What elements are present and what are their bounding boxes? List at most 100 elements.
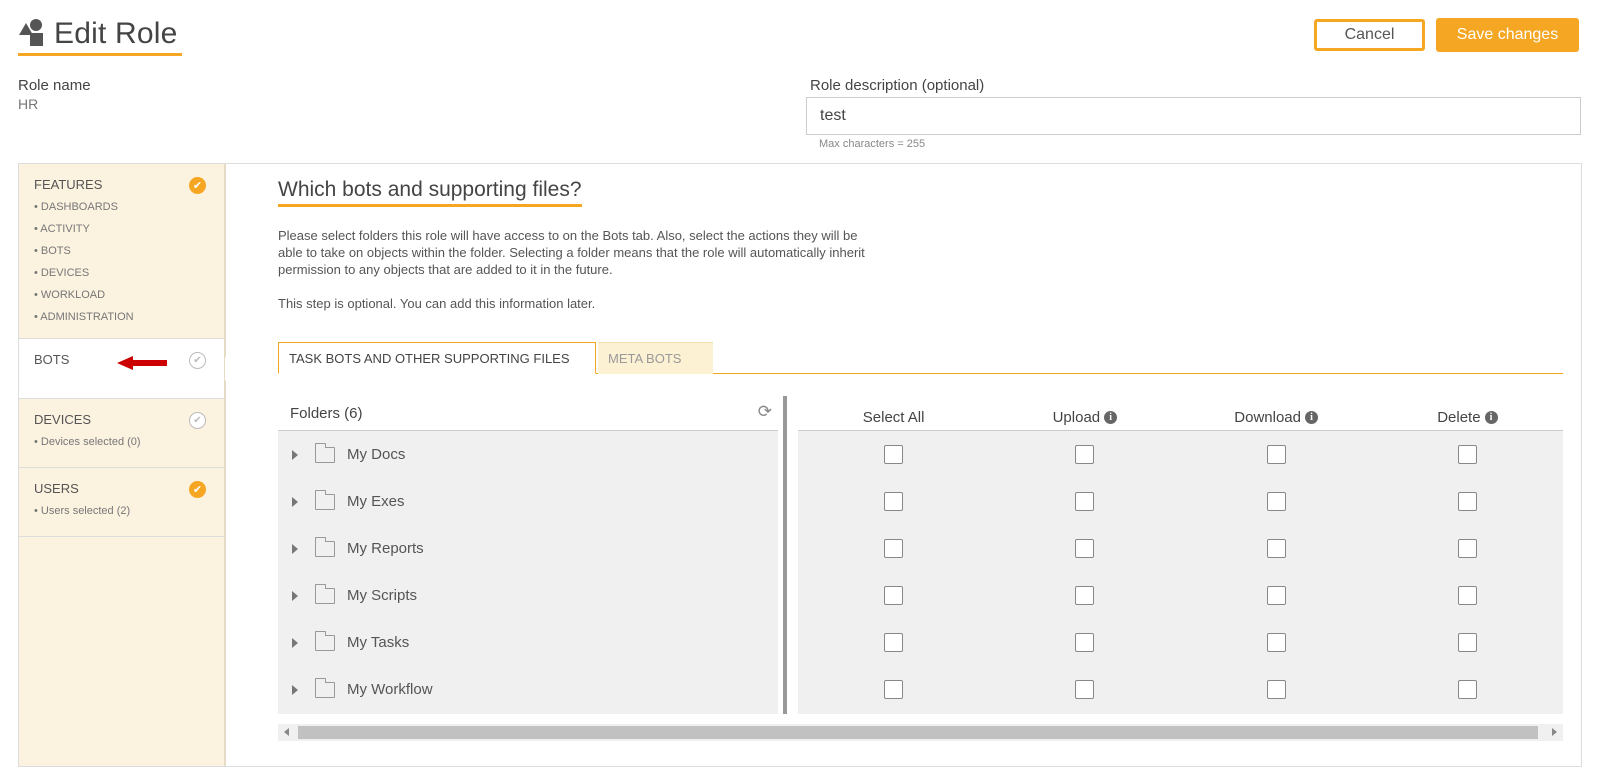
- folder-row[interactable]: My Reports: [278, 525, 778, 572]
- folders-header: Folders (6) ⟳: [278, 396, 778, 431]
- step-heading: Which bots and supporting files?: [278, 178, 582, 207]
- download-checkbox[interactable]: [1266, 539, 1286, 558]
- select-all-checkbox[interactable]: [884, 680, 904, 699]
- cancel-button[interactable]: Cancel: [1314, 19, 1425, 51]
- sidebar-subitem: • ACTIVITY: [34, 223, 90, 235]
- expand-caret-icon[interactable]: [292, 449, 298, 460]
- folder-name: My Scripts: [347, 587, 418, 604]
- upload-checkbox[interactable]: [1075, 586, 1095, 605]
- sidebar-subitem: • DASHBOARDS: [34, 201, 118, 213]
- pane-splitter[interactable]: [783, 396, 787, 714]
- active-indicator: [225, 357, 239, 381]
- permission-row: [798, 666, 1563, 713]
- folder-row[interactable]: My Exes: [278, 478, 778, 525]
- folder-name: My Reports: [347, 540, 424, 557]
- folder-icon: [315, 536, 335, 557]
- upload-checkbox[interactable]: [1075, 633, 1095, 652]
- download-checkbox[interactable]: [1266, 492, 1286, 511]
- tab-task-bots[interactable]: TASK BOTS AND OTHER SUPPORTING FILES: [278, 342, 596, 374]
- select-all-checkbox[interactable]: [884, 586, 904, 605]
- refresh-icon[interactable]: ⟳: [758, 402, 772, 422]
- expand-caret-icon[interactable]: [292, 637, 298, 648]
- folders-tree: Folders (6) ⟳ My Docs My Exes My Reports…: [278, 396, 778, 714]
- folder-icon: [315, 677, 335, 698]
- delete-checkbox[interactable]: [1457, 492, 1477, 511]
- folder-icon: [315, 442, 335, 463]
- select-all-checkbox[interactable]: [884, 633, 904, 652]
- bot-type-tabs: TASK BOTS AND OTHER SUPPORTING FILES MET…: [278, 342, 1563, 374]
- bots-step-content: Which bots and supporting files? Please …: [253, 164, 1563, 766]
- info-icon[interactable]: i: [1484, 410, 1498, 424]
- folder-name: My Exes: [347, 493, 405, 510]
- check-pending-icon: ✔: [189, 352, 206, 369]
- sidebar-section-bots[interactable]: BOTS ✔: [19, 339, 239, 399]
- optional-note: This step is optional. You can add this …: [278, 296, 596, 311]
- expand-caret-icon[interactable]: [292, 590, 298, 601]
- select-all-checkbox[interactable]: [884, 492, 904, 511]
- permission-row: [798, 525, 1563, 572]
- annotation-arrow-icon: [117, 356, 169, 370]
- role-name-label: Role name: [18, 77, 91, 94]
- column-label: Download: [1234, 408, 1301, 426]
- expand-caret-icon[interactable]: [292, 496, 298, 507]
- expand-caret-icon[interactable]: [292, 543, 298, 554]
- info-icon[interactable]: i: [1104, 410, 1118, 424]
- select-all-checkbox[interactable]: [884, 539, 904, 558]
- folder-name: My Workflow: [347, 681, 433, 698]
- folder-name: My Tasks: [347, 634, 410, 651]
- sidebar-section-users[interactable]: USERS ✔ • Users selected (2): [19, 468, 224, 537]
- sidebar-section-title: DEVICES: [34, 412, 92, 427]
- scroll-right-icon[interactable]: [1552, 728, 1557, 736]
- column-label: Delete: [1437, 408, 1481, 426]
- sidebar-section-devices[interactable]: DEVICES ✔ • Devices selected (0): [19, 399, 224, 468]
- upload-checkbox[interactable]: [1075, 492, 1095, 511]
- check-pending-icon: ✔: [189, 412, 206, 429]
- delete-checkbox[interactable]: [1457, 680, 1477, 699]
- delete-checkbox[interactable]: [1457, 539, 1477, 558]
- permissions-header: Select All Upload i Download i Delete i: [798, 396, 1563, 431]
- scroll-left-icon[interactable]: [284, 728, 289, 736]
- upload-checkbox[interactable]: [1075, 539, 1095, 558]
- step-description: Please select folders this role will hav…: [278, 228, 865, 277]
- folder-icon: [315, 489, 335, 510]
- download-checkbox[interactable]: [1266, 680, 1286, 699]
- edit-role-panel: FEATURES ✔ • DASHBOARDS • ACTIVITY • BOT…: [18, 163, 1582, 767]
- folder-row[interactable]: My Docs: [278, 431, 778, 478]
- select-all-checkbox[interactable]: [884, 445, 904, 464]
- folder-icon: [315, 630, 335, 651]
- permissions-grid: Select All Upload i Download i Delete i: [798, 396, 1563, 714]
- column-upload: Upload i: [989, 396, 1180, 430]
- column-label: Upload: [1052, 408, 1101, 426]
- sidebar-section-title: USERS: [34, 481, 79, 496]
- role-description-input[interactable]: [806, 97, 1581, 135]
- sidebar-section-features[interactable]: FEATURES ✔ • DASHBOARDS • ACTIVITY • BOT…: [19, 164, 224, 339]
- wizard-sidebar: FEATURES ✔ • DASHBOARDS • ACTIVITY • BOT…: [19, 164, 239, 766]
- delete-checkbox[interactable]: [1457, 633, 1477, 652]
- folder-row[interactable]: My Scripts: [278, 572, 778, 619]
- scrollbar-thumb[interactable]: [298, 726, 1538, 739]
- download-checkbox[interactable]: [1266, 633, 1286, 652]
- check-complete-icon: ✔: [189, 481, 206, 498]
- download-checkbox[interactable]: [1266, 445, 1286, 464]
- sidebar-subitem: • BOTS: [34, 245, 71, 257]
- sidebar-subitem: • DEVICES: [34, 267, 90, 279]
- permission-row: [798, 619, 1563, 666]
- shapes-icon: [18, 18, 48, 49]
- folder-name: My Docs: [347, 446, 406, 463]
- delete-checkbox[interactable]: [1457, 445, 1477, 464]
- expand-caret-icon[interactable]: [292, 684, 298, 695]
- upload-checkbox[interactable]: [1075, 445, 1095, 464]
- sidebar-section-title: FEATURES: [34, 177, 103, 192]
- role-description-label: Role description (optional): [810, 77, 985, 94]
- info-icon[interactable]: i: [1304, 410, 1318, 424]
- horizontal-scrollbar[interactable]: [278, 724, 1563, 741]
- folder-row[interactable]: My Workflow: [278, 666, 778, 713]
- save-changes-button[interactable]: Save changes: [1436, 18, 1579, 52]
- page-title: Edit Role: [18, 14, 182, 56]
- download-checkbox[interactable]: [1266, 586, 1286, 605]
- delete-checkbox[interactable]: [1457, 586, 1477, 605]
- folders-count-label: Folders (6): [290, 404, 363, 422]
- tab-meta-bots[interactable]: META BOTS: [598, 342, 713, 374]
- upload-checkbox[interactable]: [1075, 680, 1095, 699]
- folder-row[interactable]: My Tasks: [278, 619, 778, 666]
